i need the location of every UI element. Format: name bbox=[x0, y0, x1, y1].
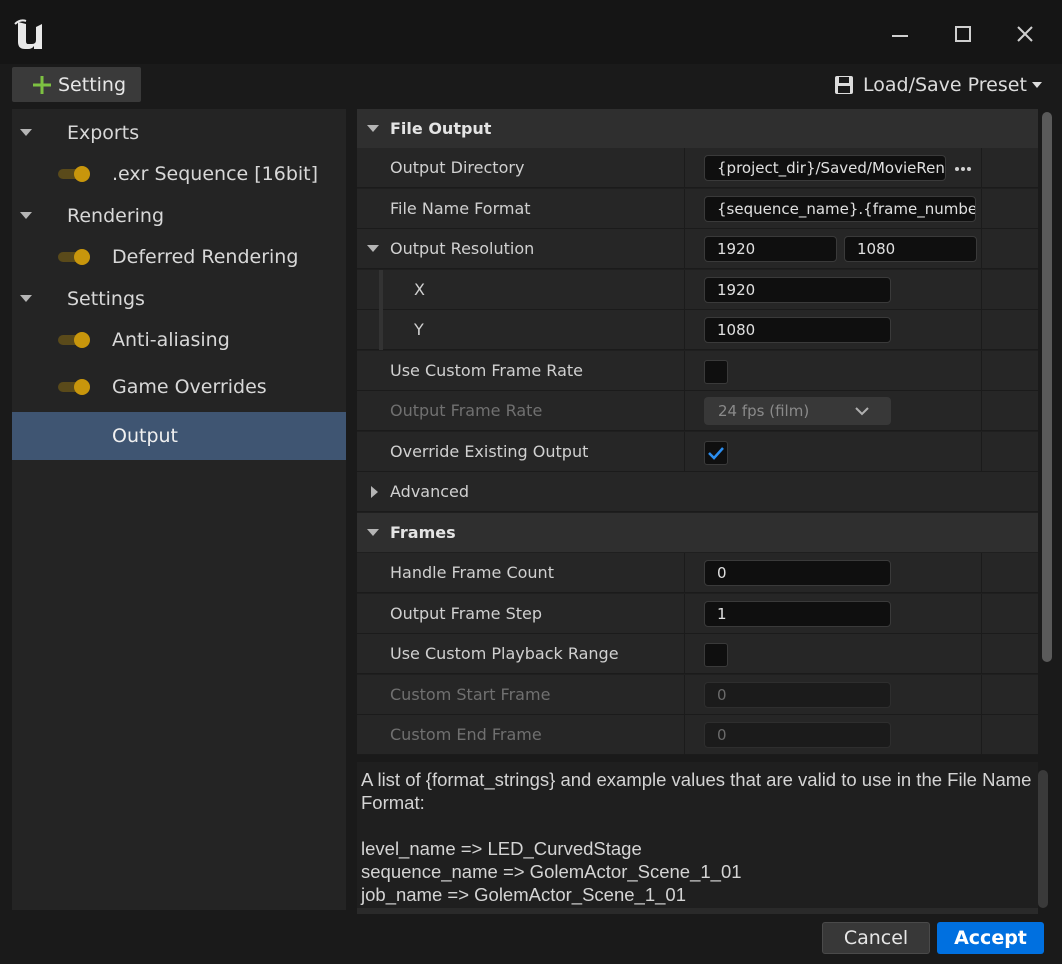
resolution-x-subinput[interactable]: 1920 bbox=[704, 277, 891, 303]
collapse-arrow-icon[interactable] bbox=[18, 125, 34, 141]
tree-item-game-overrides[interactable]: Game Overrides bbox=[12, 365, 346, 409]
expand-arrow-icon[interactable] bbox=[367, 484, 383, 500]
property-label: Output Frame Step bbox=[390, 604, 543, 623]
tree-item-exr-sequence[interactable]: .exr Sequence [16bit] bbox=[12, 152, 346, 196]
tree-group-settings[interactable]: Settings bbox=[12, 277, 346, 321]
property-label: Use Custom Playback Range bbox=[390, 644, 619, 663]
add-setting-button[interactable]: Setting bbox=[11, 66, 142, 103]
property-row-resolution-y: Y 1080 bbox=[357, 310, 1038, 350]
title-bar[interactable] bbox=[0, 0, 1062, 64]
description-text: A list of {format_strings} and example v… bbox=[361, 769, 1032, 910]
output-frame-rate-dropdown[interactable]: 24 fps (film) bbox=[704, 397, 891, 425]
property-label: Override Existing Output bbox=[390, 442, 589, 461]
load-save-preset-button[interactable]: Load/Save Preset bbox=[834, 70, 1043, 100]
property-row-handle-frame-count: Handle Frame Count 0 bbox=[357, 553, 1038, 593]
plus-icon bbox=[33, 75, 51, 94]
collapse-arrow-icon[interactable] bbox=[365, 525, 381, 541]
tree-group-label: Settings bbox=[67, 288, 145, 310]
property-row-custom-start-frame: Custom Start Frame 0 bbox=[357, 675, 1038, 715]
custom-end-frame-input[interactable]: 0 bbox=[704, 722, 891, 748]
collapse-arrow-icon[interactable] bbox=[365, 241, 381, 257]
tree-item-anti-aliasing[interactable]: Anti-aliasing bbox=[12, 318, 346, 362]
resolution-y-subinput[interactable]: 1080 bbox=[704, 317, 891, 343]
tree-item-label: Anti-aliasing bbox=[112, 329, 230, 351]
tree-group-exports[interactable]: Exports bbox=[12, 111, 346, 155]
property-row-use-custom-playback-range: Use Custom Playback Range bbox=[357, 634, 1038, 674]
description-panel: A list of {format_strings} and example v… bbox=[357, 762, 1038, 910]
output-frame-step-input[interactable]: 1 bbox=[704, 601, 891, 627]
file-name-format-input[interactable]: {sequence_name}.{frame_number} bbox=[704, 196, 976, 222]
property-row-output-frame-rate: Output Frame Rate 24 fps (film) bbox=[357, 391, 1038, 431]
section-title: Frames bbox=[390, 523, 456, 542]
tree-item-label: Output bbox=[112, 425, 178, 447]
checkmark-icon bbox=[708, 447, 724, 460]
cancel-button[interactable]: Cancel bbox=[822, 922, 930, 954]
chevron-down-icon bbox=[855, 407, 869, 416]
use-custom-playback-range-checkbox[interactable] bbox=[704, 643, 728, 667]
property-row-output-directory: Output Directory {project_dir}/Saved/Mov… bbox=[357, 148, 1038, 188]
description-hscrollbar[interactable] bbox=[357, 908, 1038, 914]
tree-group-rendering[interactable]: Rendering bbox=[12, 194, 346, 238]
property-label: Use Custom Frame Rate bbox=[390, 361, 583, 380]
resolution-y-input[interactable]: 1080 bbox=[844, 236, 977, 262]
close-icon[interactable] bbox=[1013, 22, 1037, 46]
toggle-on-icon[interactable] bbox=[58, 165, 92, 183]
handle-frame-count-input[interactable]: 0 bbox=[704, 560, 891, 586]
property-label: Output Directory bbox=[390, 158, 525, 177]
property-row-file-name-format: File Name Format {sequence_name}.{frame_… bbox=[357, 189, 1038, 229]
tree-group-label: Rendering bbox=[67, 205, 165, 227]
save-disk-icon bbox=[835, 76, 853, 94]
property-row-use-custom-frame-rate: Use Custom Frame Rate bbox=[357, 351, 1038, 391]
property-row-output-resolution: Output Resolution 1920 1080 bbox=[357, 229, 1038, 269]
property-label: Custom Start Frame bbox=[390, 685, 551, 704]
property-label: Advanced bbox=[390, 482, 470, 501]
section-header-frames[interactable]: Frames bbox=[357, 513, 1038, 552]
custom-start-frame-input[interactable]: 0 bbox=[704, 682, 891, 708]
unreal-logo-icon bbox=[14, 19, 42, 49]
property-row-custom-end-frame: Custom End Frame 0 bbox=[357, 715, 1038, 755]
settings-tree-panel: Exports .exr Sequence [16bit] Rendering … bbox=[12, 109, 346, 910]
section-header-file-output[interactable]: File Output bbox=[357, 109, 1038, 148]
tree-item-label: .exr Sequence [16bit] bbox=[112, 163, 319, 185]
section-title: File Output bbox=[390, 119, 492, 138]
more-options-icon[interactable] bbox=[954, 160, 972, 176]
property-row-resolution-x: X 1920 bbox=[357, 270, 1038, 310]
description-scrollbar[interactable] bbox=[1038, 770, 1048, 908]
collapse-arrow-icon[interactable] bbox=[18, 291, 34, 307]
resolution-x-input[interactable]: 1920 bbox=[704, 236, 837, 262]
tree-item-label: Game Overrides bbox=[112, 376, 267, 398]
use-custom-frame-rate-checkbox[interactable] bbox=[704, 360, 728, 384]
toggle-on-icon[interactable] bbox=[58, 378, 92, 396]
tree-group-label: Exports bbox=[67, 122, 140, 144]
collapse-arrow-icon[interactable] bbox=[18, 208, 34, 224]
movie-render-settings-window: Setting Load/Save Preset Exports .exr Se… bbox=[0, 0, 1062, 964]
property-label: Handle Frame Count bbox=[390, 563, 554, 582]
property-label: Y bbox=[414, 320, 424, 339]
property-label: Output Frame Rate bbox=[390, 401, 543, 420]
property-row-override-existing-output: Override Existing Output bbox=[357, 432, 1038, 472]
property-label: Custom End Frame bbox=[390, 725, 542, 744]
property-label: X bbox=[414, 280, 425, 299]
tree-item-label: Deferred Rendering bbox=[112, 246, 299, 268]
property-label: File Name Format bbox=[390, 199, 531, 218]
chevron-down-icon bbox=[1031, 82, 1042, 88]
details-panel: File Output Output Directory {project_di… bbox=[357, 109, 1038, 755]
minimize-icon[interactable] bbox=[888, 22, 912, 46]
tree-item-output[interactable]: Output bbox=[12, 412, 346, 460]
property-row-advanced[interactable]: Advanced bbox=[357, 472, 1038, 512]
property-row-output-frame-step: Output Frame Step 1 bbox=[357, 594, 1038, 634]
preset-label: Load/Save Preset bbox=[863, 74, 1027, 96]
dropdown-value: 24 fps (film) bbox=[718, 402, 810, 420]
collapse-arrow-icon[interactable] bbox=[365, 121, 381, 137]
output-directory-input[interactable]: {project_dir}/Saved/MovieRenders/ bbox=[704, 155, 946, 181]
maximize-icon[interactable] bbox=[951, 22, 975, 46]
setting-button-label: Setting bbox=[58, 73, 127, 96]
property-label: Output Resolution bbox=[390, 239, 535, 258]
accept-button[interactable]: Accept bbox=[937, 922, 1044, 954]
tree-item-deferred-rendering[interactable]: Deferred Rendering bbox=[12, 235, 346, 279]
toggle-on-icon[interactable] bbox=[58, 331, 92, 349]
toggle-on-icon[interactable] bbox=[58, 248, 92, 266]
override-existing-output-checkbox[interactable] bbox=[704, 441, 728, 465]
details-scrollbar[interactable] bbox=[1042, 112, 1052, 662]
